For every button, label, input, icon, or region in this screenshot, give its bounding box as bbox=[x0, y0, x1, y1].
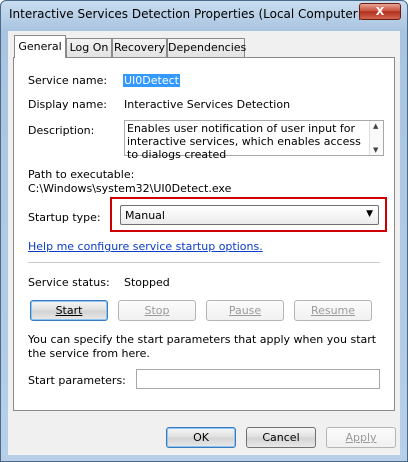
pause-button-label: Pause bbox=[228, 304, 262, 317]
resume-button[interactable]: Resume bbox=[294, 300, 372, 321]
startup-type-select[interactable]: Manual ▼ bbox=[120, 205, 379, 225]
service-status-value: Stopped bbox=[124, 276, 170, 289]
startup-type-highlight: Manual ▼ bbox=[110, 197, 387, 232]
properties-dialog: Interactive Services Detection Propertie… bbox=[0, 0, 408, 462]
service-name-value[interactable]: UI0Detect bbox=[123, 74, 180, 87]
description-text: Enables user notification of user input … bbox=[127, 122, 361, 161]
window-title: Interactive Services Detection Propertie… bbox=[9, 7, 363, 21]
service-name-label: Service name: bbox=[28, 74, 108, 87]
resume-button-label: Resume bbox=[310, 304, 356, 317]
description-label: Description: bbox=[28, 124, 95, 137]
display-name-label: Display name: bbox=[28, 98, 107, 111]
ok-button-label: OK bbox=[193, 431, 209, 444]
scroll-down-icon[interactable]: ▼ bbox=[373, 146, 378, 154]
general-tab-panel: Service name: UI0Detect Display name: In… bbox=[13, 57, 395, 411]
service-status-label: Service status: bbox=[28, 276, 110, 289]
path-label: Path to executable: bbox=[28, 168, 135, 181]
cancel-button-label: Cancel bbox=[262, 431, 300, 444]
start-button[interactable]: Start bbox=[30, 300, 108, 321]
tab-dependencies[interactable]: Dependencies bbox=[167, 38, 247, 57]
description-box[interactable]: Enables user notification of user input … bbox=[124, 120, 384, 161]
tab-general-label: General bbox=[18, 40, 62, 53]
description-scrollbar[interactable]: ▲ ▼ bbox=[369, 121, 383, 155]
apply-button-label: Apply bbox=[345, 431, 377, 444]
start-button-label: Start bbox=[55, 304, 83, 317]
pause-button[interactable]: Pause bbox=[206, 300, 284, 321]
stop-button[interactable]: Stop bbox=[118, 300, 196, 321]
startup-type-value: Manual bbox=[125, 209, 165, 222]
dialog-client-area: General Log On Recovery Dependencies Ser… bbox=[8, 31, 400, 455]
title-bar[interactable]: Interactive Services Detection Propertie… bbox=[1, 1, 407, 29]
tab-recovery-label: Recovery bbox=[113, 41, 165, 54]
path-value[interactable]: C:\Windows\system32\UI0Detect.exe bbox=[28, 182, 231, 195]
tab-dependencies-label: Dependencies bbox=[168, 41, 247, 54]
start-params-input[interactable] bbox=[136, 369, 380, 389]
start-params-note: You can specify the start parameters tha… bbox=[28, 333, 377, 360]
scroll-up-icon[interactable]: ▲ bbox=[373, 122, 378, 130]
chevron-down-icon: ▼ bbox=[366, 209, 373, 219]
cancel-button[interactable]: Cancel bbox=[246, 427, 316, 448]
tab-log-on[interactable]: Log On bbox=[66, 38, 112, 57]
tab-recovery[interactable]: Recovery bbox=[112, 38, 167, 57]
start-params-label: Start parameters: bbox=[28, 374, 126, 387]
startup-type-label: Startup type: bbox=[28, 211, 101, 224]
close-button[interactable]: X bbox=[359, 3, 401, 20]
separator-1 bbox=[28, 262, 380, 263]
help-configure-link[interactable]: Help me configure service startup option… bbox=[28, 240, 263, 253]
ok-button[interactable]: OK bbox=[166, 427, 236, 448]
tab-general[interactable]: General bbox=[14, 35, 66, 58]
display-name-value[interactable]: Interactive Services Detection bbox=[124, 98, 290, 111]
close-icon: X bbox=[375, 5, 385, 18]
stop-button-label: Stop bbox=[144, 304, 170, 317]
apply-button[interactable]: Apply bbox=[326, 427, 396, 448]
tab-log-on-label: Log On bbox=[69, 41, 109, 54]
